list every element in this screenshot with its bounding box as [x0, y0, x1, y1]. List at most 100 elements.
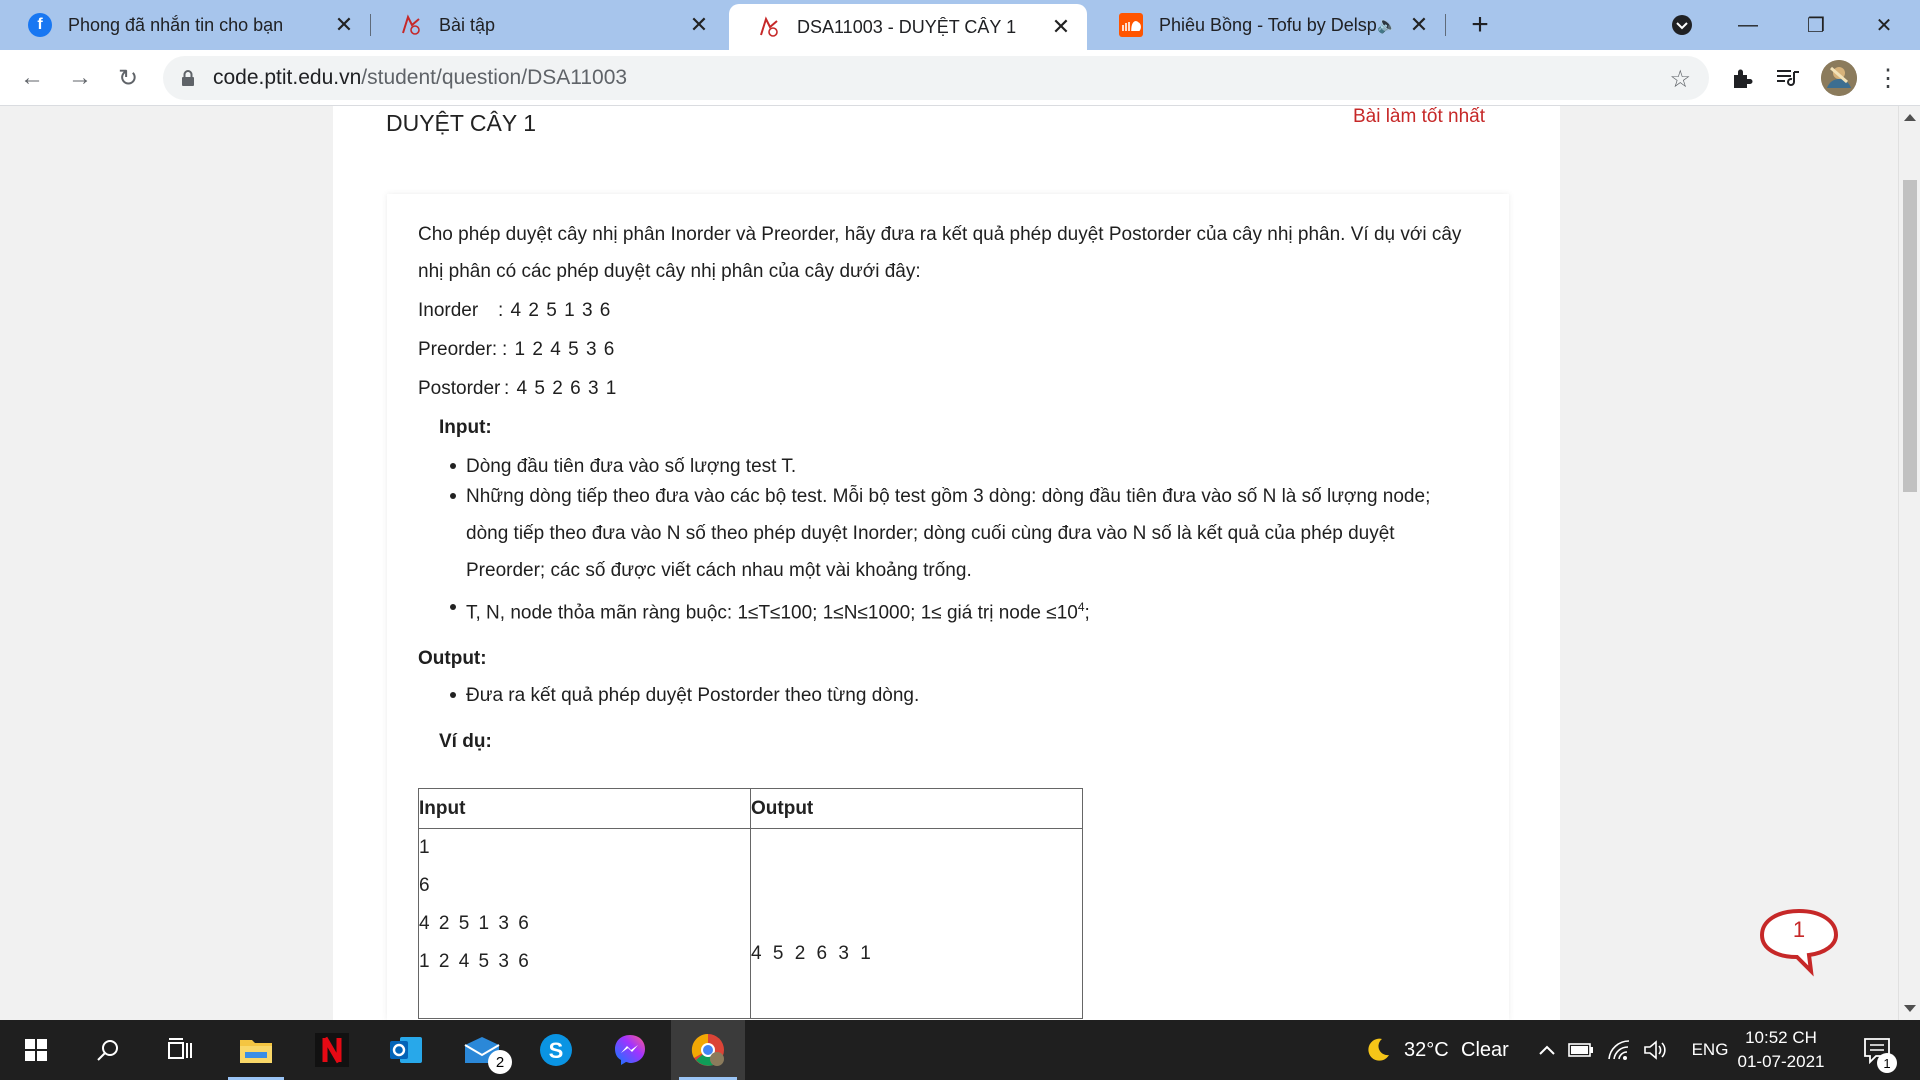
wifi-icon[interactable] — [1604, 1020, 1634, 1080]
input-line: 4 2 5 1 3 6 — [419, 913, 531, 934]
volume-icon[interactable] — [1640, 1020, 1670, 1080]
clock-time: 10:52 CH — [1745, 1028, 1817, 1047]
tab-title: Bài tập — [439, 14, 496, 35]
media-control-icon[interactable] — [1772, 62, 1804, 94]
input-line: 1 2 4 5 3 6 — [419, 951, 531, 972]
example-input-cell: 1 6 4 2 5 1 3 6 1 2 4 5 3 6 — [418, 828, 751, 1019]
messenger-icon[interactable] — [594, 1020, 666, 1080]
svg-text:S: S — [549, 1038, 564, 1063]
tab-title: Phiêu Bồng - Tofu by Delspx — [1159, 14, 1378, 35]
list-item: T, N, node thỏa mãn ràng buộc: 1≤T≤100; … — [418, 589, 1478, 631]
input-line: 1 — [419, 837, 432, 858]
input-heading: Input: — [439, 417, 492, 438]
constraint-exponent: 4 — [1077, 600, 1085, 614]
url-path: /student/question/DSA11003 — [361, 66, 628, 89]
url-host: code.ptit.edu.vn — [213, 66, 362, 89]
problem-title: DUYỆT CÂY 1 — [386, 110, 536, 136]
start-windows-icon[interactable] — [0, 1020, 72, 1080]
ptit-logo-icon — [757, 15, 781, 39]
inorder-line: Inorder : 4 2 5 1 3 6 — [418, 292, 1478, 329]
output-list: Đưa ra kết quả phép duyệt Postorder theo… — [418, 677, 1478, 714]
back-icon[interactable]: ← — [12, 58, 52, 98]
example-table: Input Output 1 6 4 2 5 1 3 6 1 2 4 5 3 6… — [418, 788, 1083, 1019]
reload-icon[interactable]: ↻ — [108, 58, 148, 98]
close-window-icon[interactable]: ✕ — [1854, 0, 1914, 50]
postorder-values: : 4 5 2 6 3 1 — [504, 378, 618, 399]
file-explorer-icon[interactable] — [220, 1020, 292, 1080]
chat-badge: 1 — [1792, 917, 1806, 942]
preorder-line: Preorder:: 1 2 4 5 3 6 — [418, 331, 1478, 368]
battery-icon[interactable] — [1566, 1020, 1596, 1080]
list-item: Những dòng tiếp theo đưa vào các bộ test… — [418, 478, 1478, 589]
soundcloud-icon — [1119, 13, 1143, 37]
list-item: Đưa ra kết quả phép duyệt Postorder theo… — [418, 677, 1478, 714]
search-icon[interactable] — [72, 1020, 144, 1080]
input-list: Dòng đầu tiên đưa vào số lượng test T. N… — [418, 448, 1478, 631]
tab-bai-tap[interactable]: Bài tập ✕ — [371, 0, 725, 50]
browser-toolbar: ← → ↻ code.ptit.edu.vn/student/question/… — [0, 50, 1920, 106]
outlook-icon[interactable] — [370, 1020, 442, 1080]
close-tab-icon[interactable]: ✕ — [687, 12, 711, 37]
chat-bubble-button[interactable]: 1 — [1757, 907, 1841, 979]
notification-badge: 1 — [1877, 1053, 1897, 1073]
postorder-line: Postorder: 4 5 2 6 3 1 — [418, 370, 1478, 407]
chrome-menu-icon[interactable]: ⋮ — [1872, 62, 1904, 94]
constraint-suffix: ; — [1084, 602, 1090, 624]
task-view-icon[interactable] — [144, 1020, 216, 1080]
table-row: 1 6 4 2 5 1 3 6 1 2 4 5 3 6 4 5 2 6 3 1 — [418, 828, 1083, 1019]
url-text: code.ptit.edu.vn/student/question/DSA110… — [213, 66, 627, 90]
profile-avatar[interactable] — [1821, 60, 1857, 96]
tab-dsa11003[interactable]: DSA11003 - DUYỆT CÂY 1 ✕ — [729, 4, 1087, 50]
preorder-label: Preorder: — [418, 339, 498, 360]
table-header-row: Input Output — [418, 788, 1083, 829]
close-tab-icon[interactable]: ✕ — [1407, 12, 1431, 37]
close-tab-icon[interactable]: ✕ — [1049, 14, 1073, 39]
table-header: Input — [418, 788, 751, 829]
netflix-icon[interactable] — [296, 1020, 368, 1080]
weather-condition[interactable]: Clear — [1461, 1020, 1517, 1080]
windows-taskbar: 2 S 32°C Clear ENG 10:52 CH 01-07-2021 1 — [0, 1020, 1920, 1080]
constraint-text: T, N, node thỏa mãn ràng buộc: 1≤T≤100; … — [466, 602, 1078, 624]
output-value: 4 5 2 6 3 1 — [751, 942, 874, 964]
problem-page: DUYỆT CÂY 1 Bài làm tốt nhất Cho phép du… — [333, 106, 1560, 1020]
browser-tab-strip: f Phong đã nhắn tin cho bạn ✕ Bài tập ✕ … — [0, 0, 1920, 50]
mail-badge: 2 — [488, 1050, 512, 1074]
chrome-taskbar-icon[interactable] — [671, 1020, 745, 1080]
best-submission-link[interactable]: Bài làm tốt nhất — [1353, 106, 1485, 128]
tab-title: DSA11003 - DUYỆT CÂY 1 — [797, 16, 1017, 37]
inorder-values: : 4 2 5 1 3 6 — [498, 300, 612, 321]
example-output-cell: 4 5 2 6 3 1 — [750, 828, 1083, 1019]
tab-soundcloud[interactable]: Phiêu Bồng - Tofu by Delspx 🔈 ✕ — [1091, 0, 1446, 50]
page-viewport: DUYỆT CÂY 1 Bài làm tốt nhất Cho phép du… — [0, 106, 1898, 1020]
notification-center-icon[interactable]: 1 — [1852, 1020, 1902, 1080]
weather-moon-icon[interactable] — [1360, 1020, 1396, 1080]
page-scrollbar[interactable] — [1898, 106, 1920, 1020]
skype-icon[interactable]: S — [520, 1020, 592, 1080]
tab-search-icon[interactable] — [1652, 0, 1712, 50]
forward-icon[interactable]: → — [60, 58, 100, 98]
bookmark-star-icon[interactable]: ☆ — [1669, 65, 1691, 94]
tab-facebook[interactable]: f Phong đã nhắn tin cho bạn ✕ — [0, 0, 371, 50]
clock[interactable]: 10:52 CH 01-07-2021 — [1726, 1020, 1836, 1080]
show-hidden-icons-icon[interactable] — [1532, 1020, 1562, 1080]
clock-date: 01-07-2021 — [1737, 1052, 1825, 1071]
input-line: 6 — [419, 875, 432, 896]
address-bar[interactable]: code.ptit.edu.vn/student/question/DSA110… — [163, 56, 1709, 100]
scroll-up-arrow[interactable] — [1904, 114, 1916, 121]
minimize-icon[interactable]: — — [1718, 0, 1778, 50]
intro-paragraph: Cho phép duyệt cây nhị phân Inorder và P… — [418, 224, 1462, 282]
speaker-icon[interactable]: 🔈 — [1377, 15, 1397, 35]
extensions-puzzle-icon[interactable] — [1726, 62, 1758, 94]
lock-icon — [181, 70, 195, 86]
ptit-logo-icon — [399, 13, 423, 37]
table-header: Output — [750, 788, 1083, 829]
facebook-icon: f — [28, 13, 52, 37]
scroll-thumb[interactable] — [1903, 180, 1917, 492]
close-tab-icon[interactable]: ✕ — [332, 12, 356, 37]
scroll-down-arrow[interactable] — [1904, 1005, 1916, 1012]
mail-icon[interactable]: 2 — [446, 1020, 518, 1080]
new-tab-button[interactable]: + — [1450, 0, 1510, 50]
output-heading: Output: — [418, 648, 487, 670]
inorder-label: Inorder — [418, 300, 479, 321]
restore-icon[interactable]: ❐ — [1786, 0, 1846, 50]
